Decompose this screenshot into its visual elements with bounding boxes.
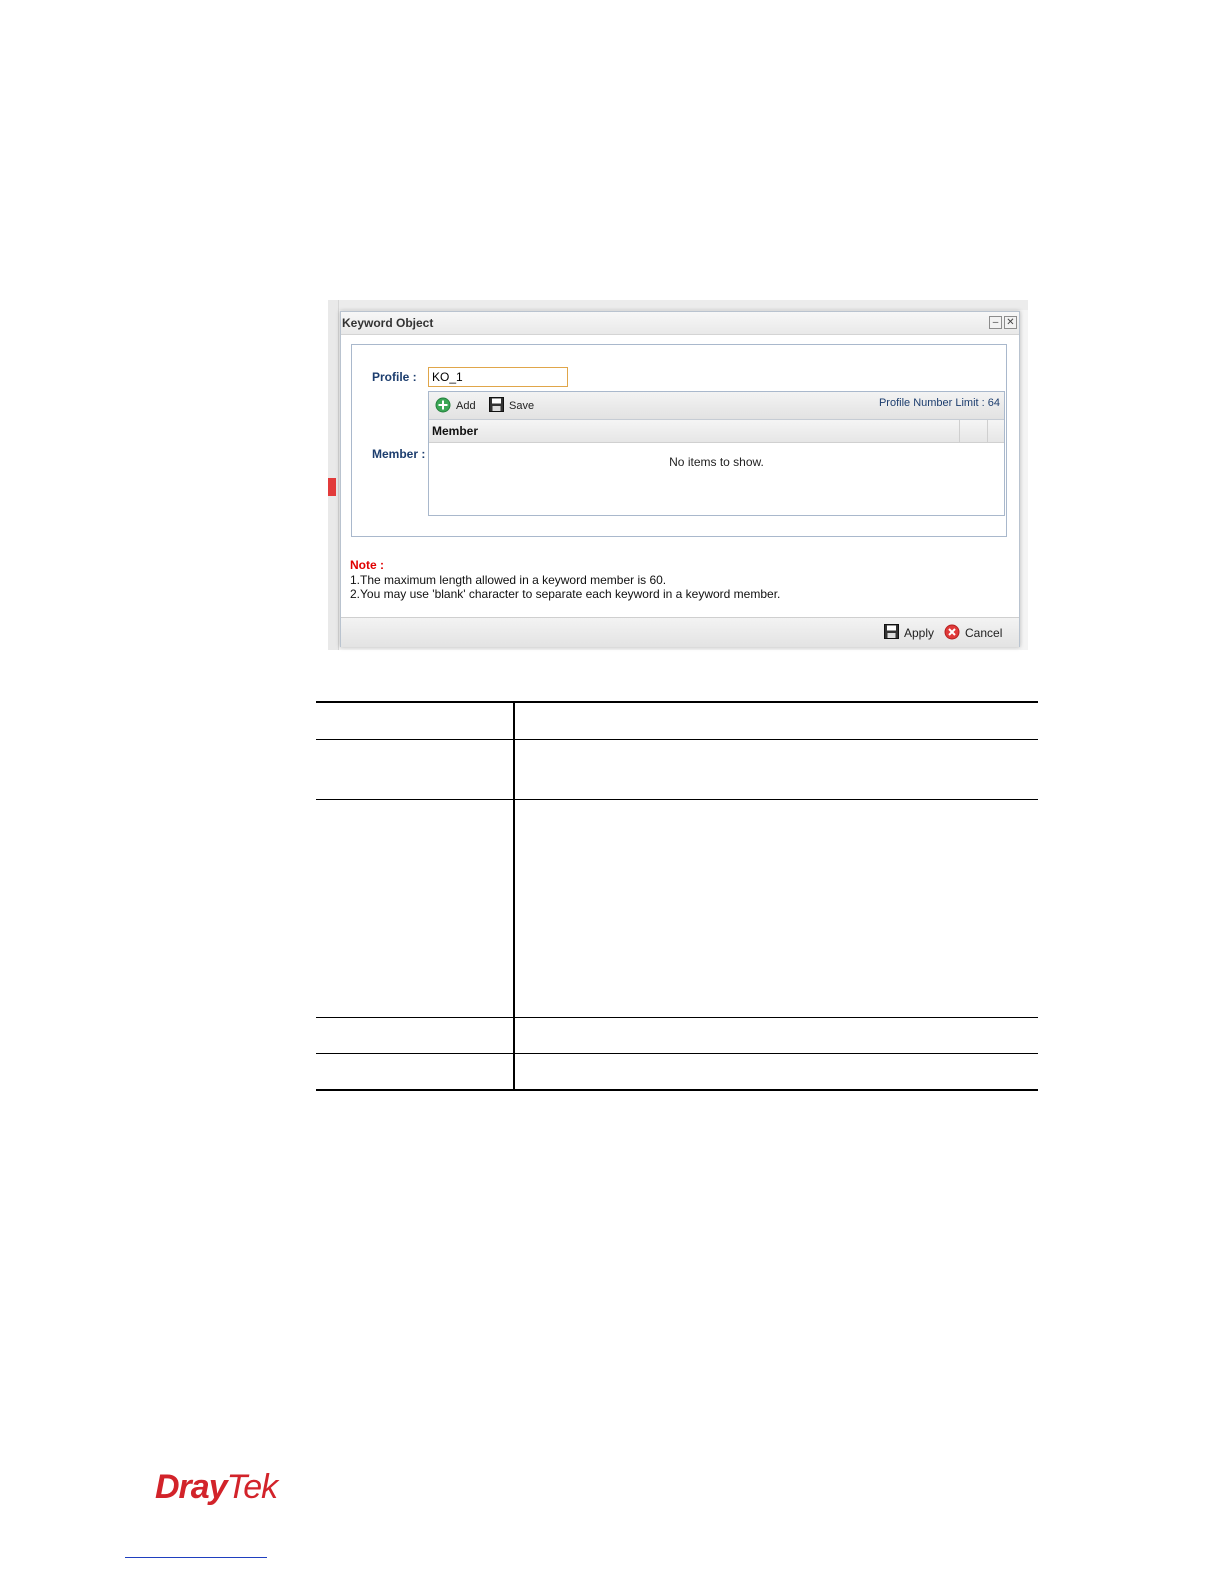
grid-header: Member <box>429 420 1004 443</box>
table-column-divider <box>513 701 515 1091</box>
grid-toolbar: Add Save Profile Number Limit : 64 <box>429 392 1004 420</box>
table-row-rule <box>316 739 1038 740</box>
column-header-member[interactable]: Member <box>432 424 478 438</box>
close-icon[interactable]: ✕ <box>1004 316 1017 329</box>
member-label: Member : <box>372 447 426 461</box>
note-line-2: 2.You may use 'blank' character to separ… <box>350 587 781 601</box>
empty-message: No items to show. <box>669 455 764 469</box>
profile-number-limit: Profile Number Limit : 64 <box>878 397 1000 409</box>
footer-link-underline <box>125 1557 267 1558</box>
save-icon <box>489 397 504 415</box>
draytek-logo: DrayTek <box>155 1468 279 1507</box>
minimize-icon[interactable]: – <box>989 316 1002 329</box>
column-separator <box>959 420 960 442</box>
save-icon <box>884 624 899 642</box>
profile-form: Profile : Member : Add <box>351 344 1007 537</box>
add-icon <box>435 397 451 416</box>
table-top-rule <box>316 701 1038 703</box>
background-toolbar <box>328 300 1028 310</box>
table-row-rule <box>316 1053 1038 1054</box>
background-selected-marker <box>328 478 336 496</box>
profile-label: Profile : <box>372 370 417 384</box>
background-sidebar <box>328 300 339 650</box>
cancel-button[interactable]: Cancel <box>944 624 1002 642</box>
keyword-object-dialog: Keyword Object – ✕ Profile : Member : Ad… <box>340 311 1020 647</box>
table-bottom-rule <box>316 1089 1038 1091</box>
logo-part-dray: Dray <box>155 1468 228 1506</box>
apply-button[interactable]: Apply <box>884 624 934 642</box>
table-row-rule <box>316 1017 1038 1018</box>
cancel-label: Cancel <box>965 626 1003 640</box>
column-separator <box>987 420 988 442</box>
apply-label: Apply <box>904 626 935 640</box>
dialog-title: Keyword Object <box>342 316 434 330</box>
note-title: Note : <box>350 558 384 572</box>
add-button[interactable]: Add <box>435 397 476 416</box>
dialog-titlebar: Keyword Object – ✕ <box>341 312 1019 335</box>
save-button[interactable]: Save <box>489 397 535 415</box>
note-line-1: 1.The maximum length allowed in a keywor… <box>350 573 667 587</box>
dialog-footer: Apply Cancel <box>341 617 1019 647</box>
logo-part-tek: Tek <box>226 1468 279 1506</box>
add-label: Add <box>456 400 476 412</box>
profile-input[interactable] <box>428 367 568 387</box>
save-label: Save <box>509 400 535 412</box>
cancel-icon <box>944 624 960 643</box>
table-row-rule <box>316 799 1038 800</box>
member-grid: Add Save Profile Number Limit : 64 Membe… <box>428 391 1005 516</box>
